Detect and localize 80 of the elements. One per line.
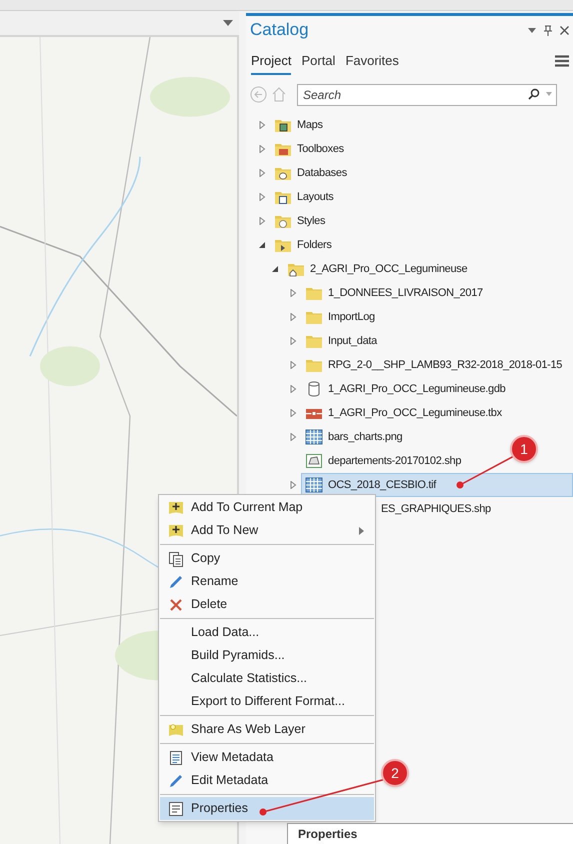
tree-item[interactable]: Styles: [270, 209, 573, 233]
menu-item[interactable]: Add To New: [160, 519, 374, 542]
collapsed-arrow-icon[interactable]: [258, 121, 266, 129]
collapsed-arrow-icon[interactable]: [258, 217, 266, 225]
expanded-arrow-icon[interactable]: [258, 241, 266, 249]
collapsed-arrow-icon[interactable]: [289, 337, 297, 345]
folder-map-icon: [274, 117, 292, 133]
tree-item[interactable]: Input_data: [301, 329, 573, 353]
folder-toolbox-icon: [274, 141, 292, 157]
tooltip-title: Properties: [298, 827, 358, 841]
folder-styles-icon: [274, 213, 292, 229]
collapsed-arrow-icon[interactable]: [258, 193, 266, 201]
search-field[interactable]: Search: [297, 84, 557, 106]
dropdown-icon[interactable]: [546, 92, 552, 96]
tab[interactable]: Favorites: [345, 46, 399, 76]
properties-icon: [168, 800, 184, 816]
tree-item[interactable]: Layouts: [270, 185, 573, 209]
pencil-icon: [168, 772, 184, 788]
tree-item[interactable]: Databases: [270, 161, 573, 185]
copy-icon: [168, 550, 184, 566]
collapsed-arrow-icon[interactable]: [289, 433, 297, 441]
tree-item[interactable]: 1_AGRI_Pro_OCC_Legumineuse.gdb: [301, 377, 573, 401]
tree-item[interactable]: Maps: [270, 113, 573, 137]
tab[interactable]: Portal: [301, 46, 336, 76]
pane-title: Catalog: [250, 19, 309, 42]
menu-item[interactable]: Export to Different Format...: [160, 690, 374, 713]
pin-icon[interactable]: [544, 24, 552, 36]
tree-item[interactable]: OCS_2018_CESBIO.tif: [301, 473, 573, 497]
menu-item[interactable]: Share As Web Layer: [160, 718, 374, 741]
menu-item[interactable]: Build Pyramids...: [160, 644, 374, 667]
folder-home-icon: [287, 261, 305, 277]
tree-item[interactable]: ImportLog: [301, 305, 573, 329]
collapsed-arrow-icon[interactable]: [289, 361, 297, 369]
folder-icon: [305, 333, 323, 349]
polygon-icon: [305, 453, 323, 469]
menu-item[interactable]: Rename: [160, 570, 374, 593]
tab[interactable]: Project: [251, 46, 292, 76]
tree-item[interactable]: 1_DONNEES_LIVRAISON_2017: [301, 281, 573, 305]
folder-icon: [305, 309, 323, 325]
collapsed-arrow-icon[interactable]: [289, 289, 297, 297]
add-layer-icon: [168, 500, 184, 516]
delete-icon: [168, 598, 182, 612]
collapsed-arrow-icon[interactable]: [289, 313, 297, 321]
tree-item[interactable]: 1_AGRI_Pro_OCC_Legumineuse.tbx: [301, 401, 573, 425]
folder-icon: [305, 285, 323, 301]
layer-sun-icon: [168, 722, 184, 738]
document-icon: [168, 750, 184, 766]
folder-layout-icon: [274, 189, 292, 205]
close-icon[interactable]: [560, 26, 569, 34]
collapsed-arrow-icon[interactable]: [258, 169, 266, 177]
dropdown-icon[interactable]: [528, 28, 536, 32]
dropdown-icon[interactable]: [223, 20, 233, 26]
tree-item[interactable]: RPG_2-0__SHP_LAMB93_R32-2018_2018-01-15: [301, 353, 573, 377]
menu-item[interactable]: Delete: [160, 593, 374, 616]
folder-icon: [305, 357, 323, 373]
tree-item[interactable]: 2_AGRI_Pro_OCC_Legumineuse: [283, 257, 573, 281]
menu-item[interactable]: Edit Metadata: [160, 769, 374, 792]
folder-database-icon: [274, 165, 292, 181]
collapsed-arrow-icon[interactable]: [289, 481, 297, 489]
tree-item[interactable]: ES_GRAPHIQUES.shp: [379, 497, 493, 521]
add-layer-icon: [168, 522, 184, 538]
menu-item[interactable]: Copy: [160, 547, 374, 570]
collapsed-arrow-icon[interactable]: [289, 409, 297, 417]
search-icon[interactable]: [528, 88, 540, 100]
menu-item[interactable]: Properties: [160, 797, 374, 820]
menu-item[interactable]: Add To Current Map: [160, 496, 374, 519]
menu-icon[interactable]: [555, 55, 569, 67]
tree-item[interactable]: Toolboxes: [270, 137, 573, 161]
pencil-icon: [168, 574, 184, 590]
grid-icon: [305, 429, 323, 445]
collapsed-arrow-icon[interactable]: [289, 385, 297, 393]
menu-item[interactable]: Calculate Statistics...: [160, 667, 374, 690]
expanded-arrow-icon[interactable]: [271, 265, 279, 273]
folder-play-icon: [274, 237, 292, 253]
tree-item[interactable]: Folders: [270, 233, 573, 257]
menu-item[interactable]: Load Data...: [160, 621, 374, 644]
home-icon[interactable]: [271, 86, 287, 102]
collapsed-arrow-icon[interactable]: [258, 145, 266, 153]
menu-item[interactable]: View Metadata: [160, 746, 374, 769]
back-icon[interactable]: [250, 86, 267, 102]
